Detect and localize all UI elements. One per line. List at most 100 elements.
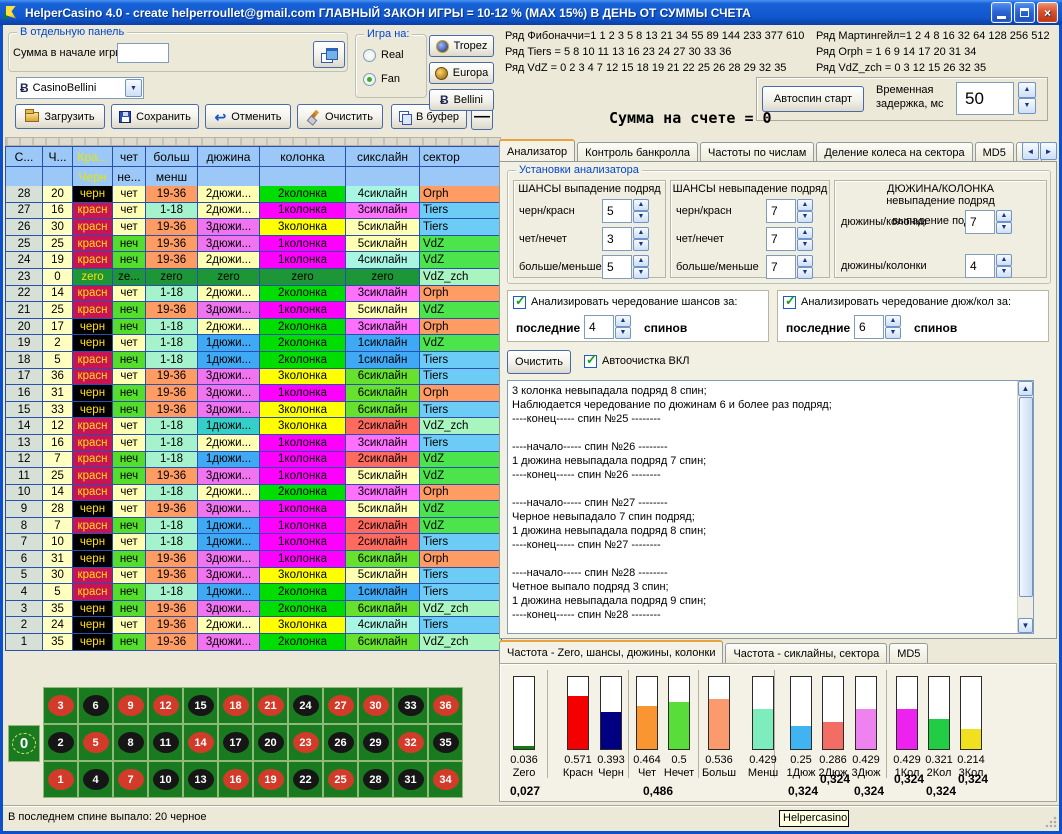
table-row[interactable]: 87красннеч1-181дюжи...1колонка2сиклайнVd… (6, 518, 502, 535)
column-header[interactable]: С... (6, 147, 43, 167)
tab-analyzer[interactable]: Анализатор (499, 139, 575, 162)
roulette-number-cell[interactable]: 24 (288, 687, 323, 724)
roulette-number-cell[interactable]: 20 (253, 724, 288, 761)
load-button[interactable]: Загрузить (15, 104, 105, 129)
table-row[interactable]: 2525красннеч19-363дюжи...1колонка5сиклай… (6, 236, 502, 253)
spinner-up-icon[interactable]: ▲ (633, 199, 649, 211)
roulette-number-cell[interactable]: 23 (288, 724, 323, 761)
roulette-number-cell[interactable]: 22 (288, 761, 323, 798)
tab-scroll-right-icon[interactable]: ► (1040, 142, 1057, 160)
spinner-up-icon[interactable]: ▲ (797, 255, 813, 267)
roulette-number-cell[interactable]: 18 (218, 687, 253, 724)
spinner-down-icon[interactable]: ▼ (996, 222, 1012, 234)
bellini-button[interactable]: Ƀ Bellini (429, 89, 494, 111)
roulette-number-cell[interactable]: 35 (428, 724, 463, 761)
spinner-up-icon[interactable]: ▲ (885, 315, 901, 327)
roulette-number-cell[interactable]: 19 (253, 761, 288, 798)
title-bar[interactable]: HelperCasino 4.0 - create helperroullet@… (0, 0, 1062, 25)
chances-spins-spinner[interactable]: 4 ▲▼ (584, 315, 631, 339)
log-scrollbar[interactable]: ▲ ▼ (1017, 381, 1033, 633)
table-top-scrollbar[interactable] (5, 137, 501, 146)
table-row[interactable]: 530краснчет19-363дюжи...3колонка5сиклайн… (6, 568, 502, 585)
tab-md5[interactable]: MD5 (975, 142, 1014, 162)
save-button[interactable]: Сохранить (111, 104, 199, 129)
roulette-number-cell[interactable]: 3 (43, 687, 78, 724)
tab-number-frequencies[interactable]: Частоты по числам (700, 142, 814, 162)
spinner-down-icon[interactable]: ▼ (797, 239, 813, 251)
roulette-number-cell[interactable]: 5 (78, 724, 113, 761)
roulette-number-cell[interactable]: 28 (358, 761, 393, 798)
roulette-number-cell[interactable]: 11 (148, 724, 183, 761)
tab-scroll-left-icon[interactable]: ◄ (1022, 142, 1039, 160)
column-header[interactable]: сектор (420, 147, 502, 167)
column-header[interactable] (6, 167, 43, 187)
roulette-number-cell[interactable]: 33 (393, 687, 428, 724)
black-red-hit-value[interactable]: 5 (602, 199, 632, 223)
table-row[interactable]: 185красннеч1-181дюжи...2колонка1сиклайнT… (6, 352, 502, 369)
analysis-log[interactable]: 3 колонка невыпадала подряд 8 спин; Набл… (507, 380, 1034, 634)
roulette-number-cell[interactable]: 21 (253, 687, 288, 724)
high-low-hit-spinner[interactable]: 5 ▲▼ (602, 255, 649, 279)
scrollbar-down-icon[interactable]: ▼ (1018, 618, 1033, 633)
spinner-up-icon[interactable]: ▲ (633, 255, 649, 267)
roulette-number-cell[interactable]: 30 (358, 687, 393, 724)
roulette-number-cell[interactable]: 31 (393, 761, 428, 798)
column-header[interactable]: не... (113, 167, 146, 187)
table-row[interactable]: 224чернчет19-362дюжи...3колонка4сиклайнT… (6, 617, 502, 634)
high-low-miss-spinner[interactable]: 7 ▲▼ (766, 255, 813, 279)
roulette-zero-cell[interactable]: 0 (8, 725, 40, 762)
chevron-down-icon[interactable]: ▼ (125, 79, 142, 97)
tab-bankroll-control[interactable]: Контроль банкролла (577, 142, 698, 162)
roulette-number-cell[interactable]: 10 (148, 761, 183, 798)
casino-select[interactable]: Ƀ CasinoBellini ▼ (16, 77, 144, 99)
chances-spins-value[interactable]: 4 (584, 315, 614, 339)
table-row[interactable]: 1014краснчет1-182дюжи...2колонка3сиклайн… (6, 485, 502, 502)
minimize-button[interactable] (991, 2, 1012, 23)
close-button[interactable]: × (1037, 2, 1058, 23)
roulette-number-cell[interactable]: 29 (358, 724, 393, 761)
dozen-miss-spinner[interactable]: 7 ▲▼ (965, 210, 1012, 234)
roulette-number-cell[interactable]: 6 (78, 687, 113, 724)
spinner-down-icon[interactable]: ▼ (797, 211, 813, 223)
spinner-up-icon[interactable]: ▲ (797, 227, 813, 239)
dozen-spins-value[interactable]: 6 (854, 315, 884, 339)
table-row[interactable]: 2419красннеч19-362дюжи...1колонка4сиклай… (6, 252, 502, 269)
roulette-number-cell[interactable]: 12 (148, 687, 183, 724)
roulette-number-cell[interactable]: 8 (113, 724, 148, 761)
table-row[interactable]: 2214краснчет1-182дюжи...2колонка3сиклайн… (6, 286, 502, 303)
start-sum-input[interactable] (117, 43, 169, 63)
roulette-number-cell[interactable]: 4 (78, 761, 113, 798)
column-header[interactable]: Ч... (43, 147, 73, 167)
dozen-hit-spinner[interactable]: 4 ▲▼ (965, 254, 1012, 278)
delay-value-input[interactable]: 50 (956, 82, 1014, 115)
roulette-number-cell[interactable]: 26 (323, 724, 358, 761)
table-row[interactable]: 335черннеч19-363дюжи...2колонка6сиклайнV… (6, 601, 502, 618)
spinner-down-icon[interactable]: ▼ (615, 327, 631, 339)
dozen-hit-value[interactable]: 4 (965, 254, 995, 278)
column-header[interactable] (420, 167, 502, 187)
high-low-hit-value[interactable]: 5 (602, 255, 632, 279)
europa-button[interactable]: Europa (429, 62, 494, 84)
spinner-up-icon[interactable]: ▲ (797, 199, 813, 211)
table-row[interactable]: 127красннеч1-181дюжи...1колонка2сиклайнV… (6, 452, 502, 469)
spinner-down-icon[interactable]: ▼ (797, 267, 813, 279)
clear-button[interactable]: Очистить (297, 104, 383, 129)
tab-frequency-md5[interactable]: MD5 (889, 643, 928, 663)
table-row[interactable]: 135черннеч19-363дюжи...2колонка6сиклайнV… (6, 634, 502, 651)
high-low-miss-value[interactable]: 7 (766, 255, 796, 279)
column-header[interactable] (198, 167, 260, 187)
spinner-up-icon[interactable]: ▲ (996, 254, 1012, 266)
column-header[interactable]: чет (113, 147, 146, 167)
column-header[interactable]: Кра... (73, 147, 113, 167)
spinner-up-icon[interactable]: ▲ (996, 210, 1012, 222)
table-row[interactable]: 1412краснчет1-181дюжи...3колонка2сиклайн… (6, 418, 502, 435)
log-clear-button[interactable]: Очистить (507, 350, 571, 374)
column-header[interactable] (346, 167, 420, 187)
black-red-miss-spinner[interactable]: 7 ▲▼ (766, 199, 813, 223)
chances-alternation-checkbox[interactable]: ✓ Анализировать чередование шансов за: (513, 296, 737, 309)
even-odd-miss-value[interactable]: 7 (766, 227, 796, 251)
column-header[interactable]: дюжина (198, 147, 260, 167)
table-row[interactable]: 2820чернчет19-362дюжи...2колонка4сиклайн… (6, 186, 502, 203)
undo-button[interactable]: ↩ Отменить (205, 104, 291, 129)
column-header[interactable]: колонка (260, 147, 346, 167)
